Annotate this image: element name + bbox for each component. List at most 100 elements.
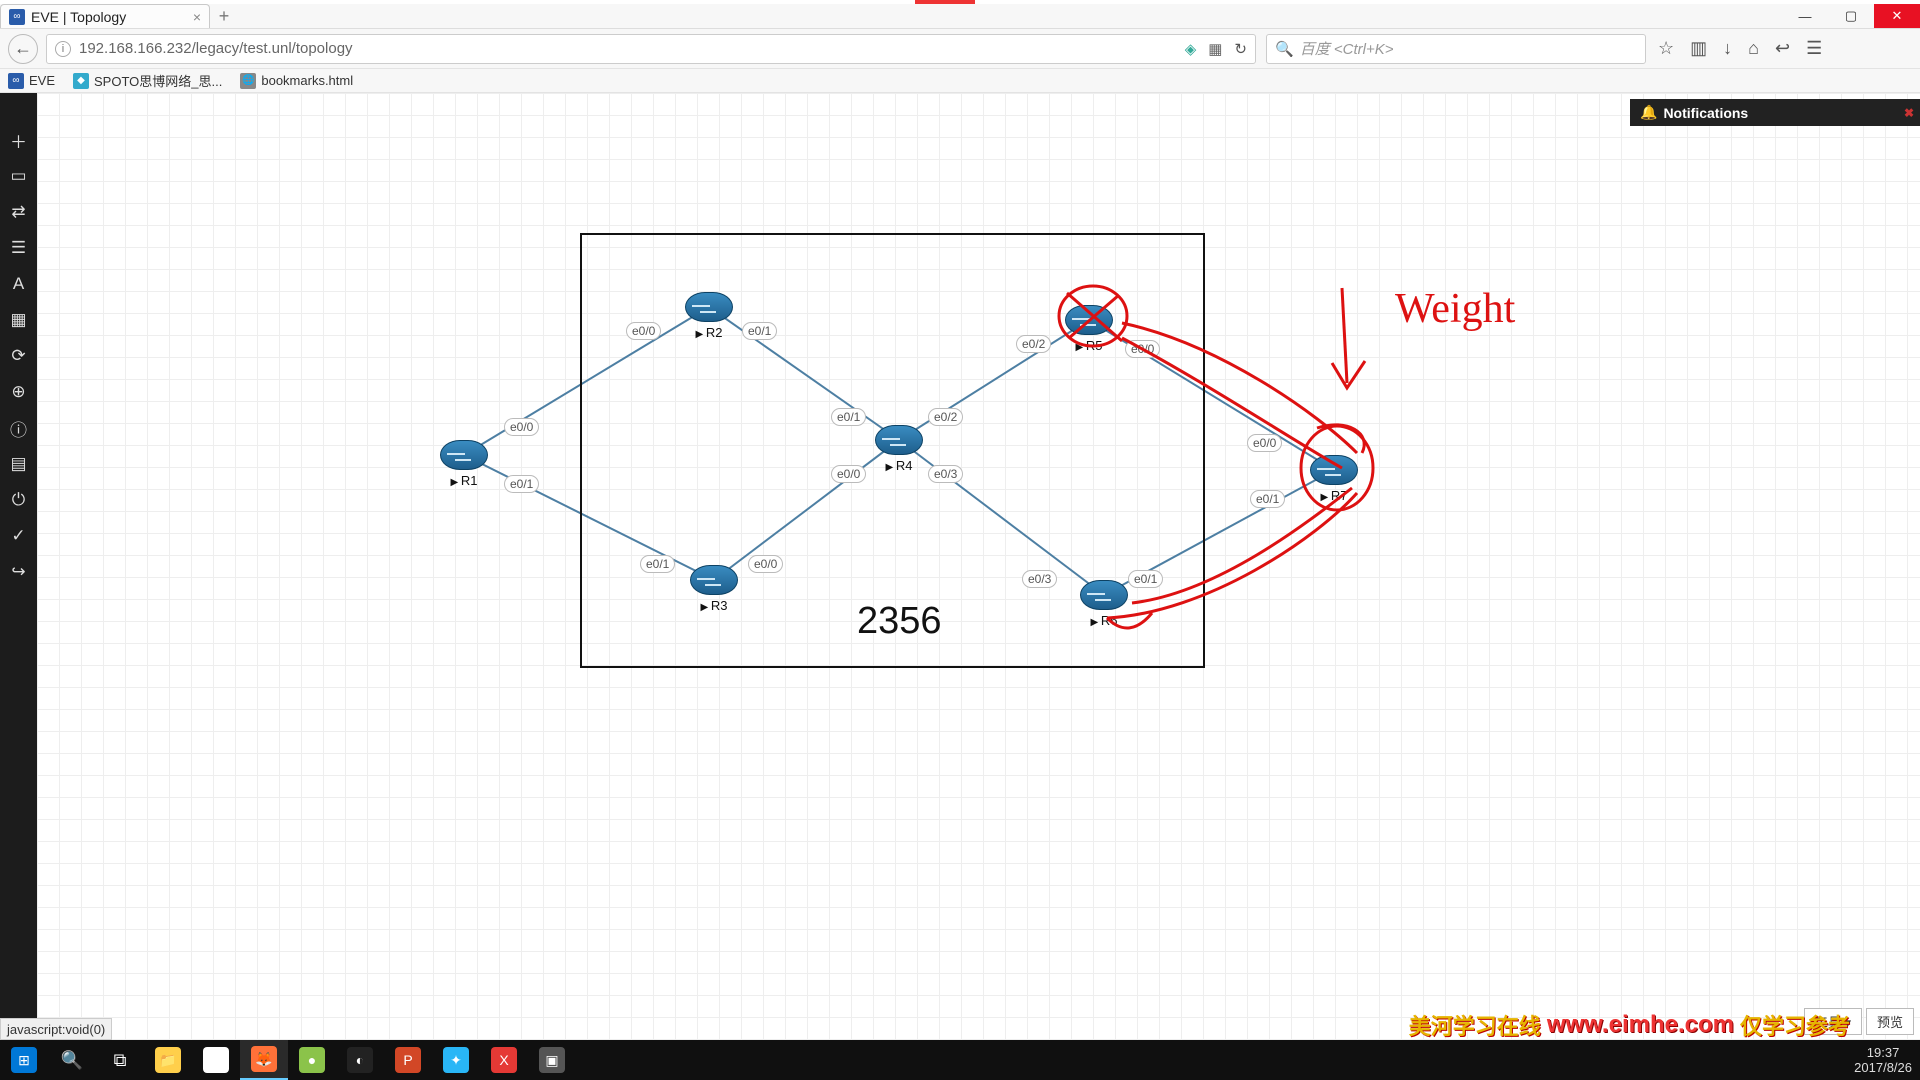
address-bar[interactable]: i 192.168.166.232/legacy/test.unl/topolo… — [46, 34, 1256, 64]
router-r6[interactable]: R6 — [1080, 580, 1128, 628]
search-bar[interactable]: 🔍 百度 <Ctrl+K> — [1266, 34, 1646, 64]
windows-taskbar: ⊞ 🔍 ⧉ 📁 ◉ 🦊 ● ◐ P ✦ X ▣ 19:37 2017/8/26 — [0, 1040, 1920, 1080]
interface-label: e0/2 — [928, 408, 963, 426]
toolbar-icons: ☆ ▥ ↓ ⌂ ↩ ☰ — [1658, 38, 1822, 59]
xmind-icon[interactable]: X — [480, 1040, 528, 1080]
add-node-button[interactable]: ＋ — [6, 129, 32, 151]
bookmark-eve[interactable]: ∞EVE — [8, 73, 55, 89]
interface-label: e0/0 — [1247, 434, 1282, 452]
search-taskbar-icon[interactable]: 🔍 — [48, 1040, 96, 1080]
new-tab-button[interactable]: + — [210, 4, 238, 28]
zoom-button[interactable]: ⊕ — [6, 381, 32, 403]
router-icon — [1310, 455, 1358, 485]
menu-icon[interactable]: ☰ — [1806, 38, 1822, 59]
interface-label: e0/1 — [831, 408, 866, 426]
router-r7[interactable]: R7 — [1310, 455, 1358, 503]
router-icon — [690, 565, 738, 595]
info-button[interactable]: ⓘ — [6, 417, 32, 439]
addr-right-icons: ◈ ▦ ↻ — [1185, 40, 1247, 58]
networks-button[interactable]: ⇄ — [6, 201, 32, 223]
notifications-close-icon[interactable]: ✖ — [1904, 106, 1914, 120]
interface-label: e0/0 — [504, 418, 539, 436]
app-icon-1[interactable]: ● — [288, 1040, 336, 1080]
reload-icon[interactable]: ↻ — [1234, 40, 1247, 58]
status-text: javascript:void(0) — [7, 1022, 105, 1037]
minimize-button[interactable]: — — [1782, 4, 1828, 28]
window-controls: — ▢ ✕ — [1782, 4, 1920, 28]
bookmark-bookmarks-html[interactable]: 🌐bookmarks.html — [240, 73, 353, 89]
sync-icon[interactable]: ↩ — [1775, 38, 1790, 59]
library-icon[interactable]: ▥ — [1690, 38, 1707, 59]
bookmark-label: SPOTO思博网络_思... — [94, 71, 222, 90]
browser-tab-active[interactable]: ∞ EVE | Topology × — [0, 4, 210, 28]
refresh-button[interactable]: ⟳ — [6, 345, 32, 367]
list-button[interactable]: ☰ — [6, 237, 32, 259]
text-button[interactable]: A — [6, 273, 32, 295]
downloads-icon[interactable]: ↓ — [1723, 38, 1732, 59]
tab-favicon: ∞ — [9, 9, 25, 25]
router-r4[interactable]: R4 — [875, 425, 923, 473]
browser-toolbar: ← i 192.168.166.232/legacy/test.unl/topo… — [0, 29, 1920, 69]
globe-icon: 🌐 — [240, 73, 256, 89]
interface-label: e0/0 — [748, 555, 783, 573]
clock-date: 2017/8/26 — [1854, 1060, 1912, 1075]
bookmark-spoto[interactable]: ◆ SPOTO思博网络_思... — [73, 71, 222, 90]
start-button[interactable]: ⊞ — [0, 1040, 48, 1080]
interface-label: e0/0 — [1125, 340, 1160, 358]
interface-label: e0/0 — [626, 322, 661, 340]
bookmark-star-icon[interactable]: ☆ — [1658, 38, 1674, 59]
eve-sidebar: ＋ ▭ ⇄ ☰ A ▦ ⟳ ⊕ ⓘ ▤ ⏻ ✓ ↪ — [0, 93, 37, 1040]
preview-button[interactable]: 预览 — [1866, 1008, 1914, 1035]
app-icon-3[interactable]: ✦ — [432, 1040, 480, 1080]
tab-close-icon[interactable]: × — [193, 9, 201, 25]
router-label: R3 — [690, 598, 738, 613]
router-label: R7 — [1310, 488, 1358, 503]
interface-label: e0/1 — [1250, 490, 1285, 508]
router-r2[interactable]: R2 — [685, 292, 733, 340]
app-icon-2[interactable]: ◐ — [336, 1040, 384, 1080]
clock-time: 19:37 — [1854, 1045, 1912, 1060]
back-button[interactable]: ← — [8, 34, 38, 64]
watermark-cn1: 美河学习在线 — [1409, 1009, 1541, 1041]
powerpoint-icon[interactable]: P — [384, 1040, 432, 1080]
system-tray[interactable]: 19:37 2017/8/26 — [1854, 1045, 1920, 1075]
maximize-button[interactable]: ▢ — [1828, 4, 1874, 28]
doc-button[interactable]: ▤ — [6, 453, 32, 475]
check-button[interactable]: ✓ — [6, 525, 32, 547]
taskview-icon[interactable]: ⧉ — [96, 1040, 144, 1080]
shield-icon[interactable]: ◈ — [1185, 40, 1197, 58]
grid-button[interactable]: ▦ — [6, 309, 32, 331]
interface-label: e0/1 — [640, 555, 675, 573]
grid-icon[interactable]: ▦ — [1208, 40, 1222, 58]
interface-label: e0/3 — [1022, 570, 1057, 588]
router-r5[interactable]: R5 — [1065, 305, 1113, 353]
router-icon — [875, 425, 923, 455]
url-text: 192.168.166.232/legacy/test.unl/topology — [79, 40, 353, 57]
router-r3[interactable]: R3 — [690, 565, 738, 613]
interface-label: e0/0 — [831, 465, 866, 483]
bookmark-label: EVE — [29, 73, 55, 88]
interface-label: e0/2 — [1016, 335, 1051, 353]
watermark-url: www.eimhe.com — [1547, 1011, 1734, 1039]
explorer-icon[interactable]: 📁 — [144, 1040, 192, 1080]
power-button[interactable]: ⏻ — [6, 489, 32, 511]
router-label: R5 — [1065, 338, 1113, 353]
window-close-button[interactable]: ✕ — [1874, 4, 1920, 28]
watermark-cn2: 仅学习参考 — [1740, 1009, 1850, 1041]
router-r1[interactable]: R1 — [440, 440, 488, 488]
chrome-icon[interactable]: ◉ — [192, 1040, 240, 1080]
interface-label: e0/1 — [742, 322, 777, 340]
site-info-icon[interactable]: i — [55, 41, 71, 57]
router-icon — [685, 292, 733, 322]
bookmark-icon: ◆ — [73, 73, 89, 89]
search-icon: 🔍 — [1275, 40, 1294, 58]
notifications-panel[interactable]: 🔔 Notifications ✖ — [1630, 99, 1920, 126]
clock[interactable]: 19:37 2017/8/26 — [1854, 1045, 1912, 1075]
nodes-button[interactable]: ▭ — [6, 165, 32, 187]
firefox-icon[interactable]: 🦊 — [240, 1040, 288, 1080]
browser-tabstrip: ∞ EVE | Topology × + — [0, 4, 1920, 29]
app-icon-4[interactable]: ▣ — [528, 1040, 576, 1080]
router-icon — [440, 440, 488, 470]
home-icon[interactable]: ⌂ — [1748, 38, 1759, 59]
logout-button[interactable]: ↪ — [6, 561, 32, 583]
